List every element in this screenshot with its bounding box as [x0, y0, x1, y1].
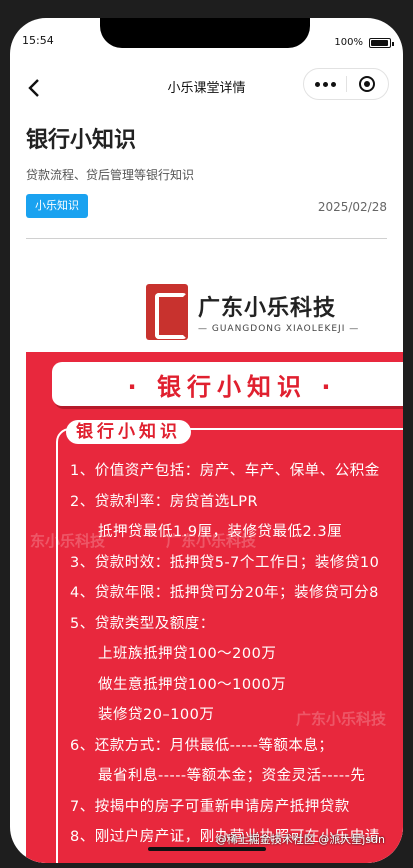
poster-banner-text: · 银行小知识 · [127, 372, 337, 401]
more-button[interactable] [304, 69, 346, 99]
poster-red-panel: · 银行小知识 · 银行小知识 东小乐科技 广东小乐科技 广东小乐科技 1、价值… [26, 352, 403, 863]
list-item: 1、价值资产包括：房产、车产、保单、公积金 [70, 463, 380, 479]
poster-banner: · 银行小知识 · [52, 362, 403, 406]
list-item: 抵押贷最低1.9厘，装修贷最低2.3厘 [98, 524, 343, 540]
list-item: 6、还款方式：月供最低-----等额本息； [70, 737, 334, 754]
category-tag[interactable]: 小乐知识 [26, 194, 88, 218]
logo-mark-icon [146, 284, 188, 340]
article-subtitle: 贷款流程、贷后管理等银行知识 [26, 168, 195, 182]
corner-watermark: @稀土掘金技术社区 @派大星jsdn [215, 833, 385, 846]
article-poster-image: 广东小乐科技 — GUANGDONG XIAOLEKEJI — · 银行小知识 … [26, 276, 403, 863]
logo-chinese-name: 广东小乐科技 [198, 296, 337, 321]
knowledge-list-tab: 银行小知识 [66, 420, 191, 444]
notch [100, 18, 310, 48]
list-item: 5、贷款类型及额度： [70, 615, 215, 632]
list-item: 做生意抵押贷100～1000万 [98, 676, 287, 693]
phone-screen: 15:54 100% 小乐课堂详情 银行小知识 贷款流程、贷后管理等银行知识 小… [10, 18, 403, 863]
battery-icon [369, 38, 394, 48]
close-miniprogram-button[interactable] [347, 69, 388, 99]
list-item: 7、按揭中的房子可重新申请房产抵押贷款 [70, 798, 350, 815]
battery-percent: 100% [334, 37, 363, 48]
more-dot-icon [322, 81, 328, 87]
more-dot-icon [330, 81, 336, 87]
home-indicator[interactable] [148, 847, 266, 851]
publish-date: 2025/02/28 [317, 200, 387, 214]
list-item: 2、贷款利率：房贷首选LPR [70, 493, 259, 510]
target-icon [359, 76, 376, 92]
more-dot-icon [314, 81, 320, 87]
list-item: 装修贷20–100万 [98, 707, 215, 723]
list-item: 4、贷款年限：抵押贷可分20年；装修贷可分8 [70, 585, 379, 601]
knowledge-items: 1、价值资产包括：房产、车产、保单、公积金 2、贷款利率：房贷首选LPR 抵押贷… [70, 456, 403, 853]
status-time: 15:54 [22, 34, 54, 47]
list-item: 3、贷款时效：抵押贷5-7个工作日；装修贷10 [70, 554, 380, 571]
company-logo: 广东小乐科技 — GUANGDONG XIAOLEKEJI — [146, 284, 359, 340]
list-item: 上班族抵押贷100～200万 [98, 646, 277, 662]
list-item: 最省利息-----等额本金；资金灵活-----先 [98, 768, 366, 784]
mini-program-capsule [303, 68, 389, 100]
navbar: 小乐课堂详情 [10, 66, 403, 108]
divider [26, 238, 387, 239]
article-title: 银行小知识 [26, 128, 137, 153]
logo-english-name: — GUANGDONG XIAOLEKEJI — [198, 324, 360, 334]
